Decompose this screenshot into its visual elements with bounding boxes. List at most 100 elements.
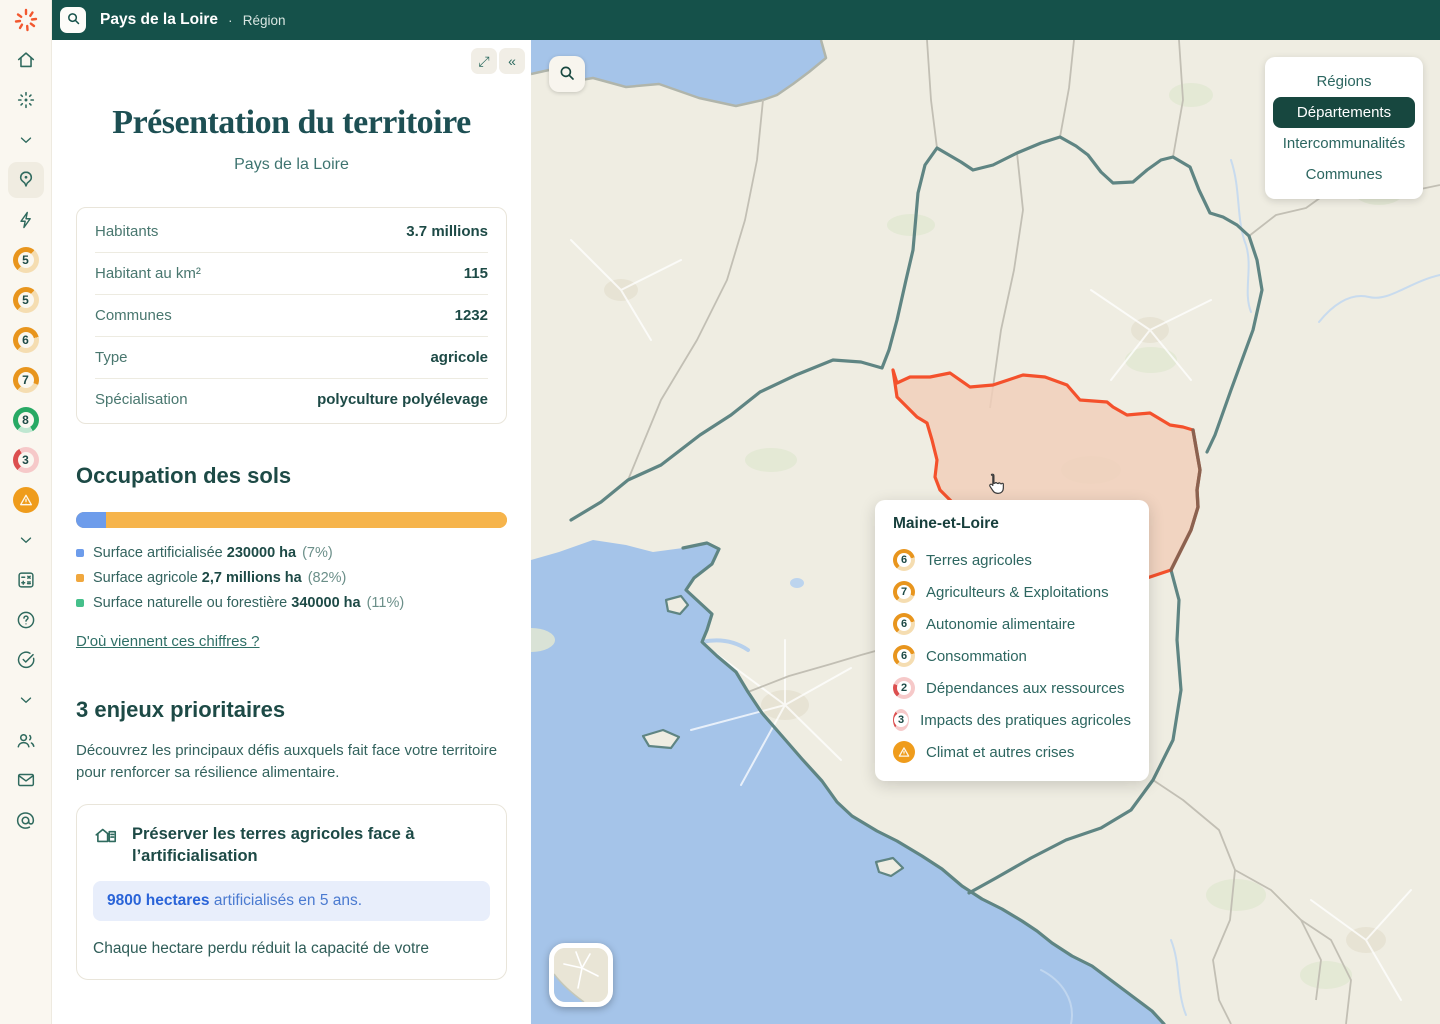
spark-icon	[15, 89, 37, 111]
stat-label: Spécialisation	[95, 391, 188, 408]
sidebar-score-agriculteurs[interactable]: 5	[12, 286, 40, 314]
sidebar-item-energy[interactable]	[12, 206, 40, 234]
issue-stat-box: 9800 hectares artificialisés en 5 ans.	[93, 881, 490, 921]
popup-item-terres[interactable]: 6 Terres agricoles	[893, 544, 1131, 576]
data-source-link[interactable]: D'où viennent ces chiffres ?	[76, 633, 260, 650]
lightning-icon	[16, 210, 36, 230]
stat-label: Communes	[95, 307, 172, 324]
popup-item-agriculteurs[interactable]: 7 Agriculteurs & Exploitations	[893, 576, 1131, 608]
sidebar-score-dependances[interactable]: 8	[12, 406, 40, 434]
score-value: 8	[18, 412, 34, 428]
popup-item-dependances[interactable]: 2 Dépendances aux ressources	[893, 672, 1131, 704]
popup-item-label: Terres agricoles	[926, 552, 1032, 569]
issue-stat-rest: artificialisés en 5 ans.	[210, 892, 363, 909]
sidebar-item-community[interactable]	[12, 726, 40, 754]
score-ring: 6	[893, 645, 915, 667]
expand-panel-button[interactable]: ⤢	[471, 48, 497, 74]
sidebar-chevron-1[interactable]	[12, 126, 40, 154]
issue-title: Préserver les terres agricoles face à l’…	[132, 823, 490, 868]
sidebar-item-spark[interactable]	[12, 86, 40, 114]
score-value: 5	[18, 252, 34, 268]
score-value: 6	[18, 332, 34, 348]
layer-option-intercommunalites[interactable]: Intercommunalités	[1273, 128, 1415, 159]
layer-option-departements[interactable]: Départements	[1273, 97, 1415, 128]
sidebar-item-check[interactable]	[12, 646, 40, 674]
popup-item-label: Agriculteurs & Exploitations	[926, 584, 1109, 601]
legend-pct: (7%)	[302, 545, 333, 561]
breadcrumb-level: Région	[243, 13, 286, 28]
minimap[interactable]	[549, 943, 613, 1007]
popup-item-impacts[interactable]: 3 Impacts des pratiques agricoles	[893, 704, 1131, 736]
score-ring: 3	[13, 447, 39, 473]
issue-stat-strong: 9800 hectares	[107, 892, 210, 909]
chevron-down-icon	[17, 131, 35, 149]
sidebar-score-autonomie[interactable]: 6	[12, 326, 40, 354]
legend-row-artificialisee: Surface artificialisée230000 ha(7%)	[76, 545, 507, 561]
layer-option-communes[interactable]: Communes	[1273, 159, 1415, 190]
layer-option-regions[interactable]: Régions	[1273, 66, 1415, 97]
issue-body: Chaque hectare perdu réduit la capacité …	[93, 938, 490, 960]
score-ring: 5	[13, 247, 39, 273]
sunburst-logo-icon	[13, 7, 39, 33]
popup-item-label: Consommation	[926, 648, 1027, 665]
sidebar-chevron-2[interactable]	[12, 526, 40, 554]
app-header: Pays de la Loire · Région	[52, 0, 1440, 40]
stat-row-specialisation: Spécialisation polyculture polyélevage	[95, 379, 488, 420]
map-canvas[interactable]: Régions Départements Intercommunalités C…	[531, 40, 1440, 1024]
location-pin-icon	[15, 169, 37, 191]
app-logo	[12, 6, 40, 34]
department-popup: Maine-et-Loire 6 Terres agricoles 7 Agri…	[875, 500, 1149, 781]
legend-pct: (11%)	[367, 595, 405, 611]
popup-item-climat[interactable]: Climat et autres crises	[893, 736, 1131, 768]
land-use-bar	[76, 512, 507, 528]
check-circle-icon	[15, 649, 37, 671]
score-ring: 6	[13, 327, 39, 353]
popup-item-autonomie[interactable]: 6 Autonomie alimentaire	[893, 608, 1131, 640]
house-building-icon	[93, 823, 119, 868]
legend-swatch	[76, 574, 84, 582]
sidebar-item-mail[interactable]	[12, 766, 40, 794]
popup-item-label: Dépendances aux ressources	[926, 680, 1124, 697]
at-sign-icon	[14, 809, 37, 832]
sidebar-item-contact[interactable]	[12, 806, 40, 834]
legend-label: Surface agricole	[93, 570, 198, 586]
score-value: 6	[897, 649, 911, 663]
territory-stats-card: Habitants 3.7 millions Habitant au km² 1…	[76, 207, 507, 424]
sidebar-score-impacts[interactable]: 3	[12, 446, 40, 474]
stat-label: Habitant au km²	[95, 265, 201, 282]
sidebar-score-terres[interactable]: 5	[12, 246, 40, 274]
stat-value: 3.7 millions	[406, 223, 488, 240]
sidebar-score-consommation[interactable]: 7	[12, 366, 40, 394]
people-icon	[14, 729, 37, 752]
sidebar-chevron-3[interactable]	[12, 686, 40, 714]
sidebar-item-home[interactable]	[12, 46, 40, 74]
minimap-content	[554, 948, 608, 1002]
header-search-button[interactable]	[60, 7, 86, 33]
collapse-icon: «	[508, 53, 516, 69]
stat-row-densite: Habitant au km² 115	[95, 253, 488, 295]
bar-segment-agricole	[106, 512, 507, 528]
popup-item-consommation[interactable]: 6 Consommation	[893, 640, 1131, 672]
territory-panel: ⤢ « Présentation du territoire Pays de l…	[52, 40, 531, 1024]
sidebar-item-help[interactable]	[12, 606, 40, 634]
score-ring: 5	[13, 287, 39, 313]
chevron-down-icon	[17, 531, 35, 549]
sidebar-item-territory[interactable]	[8, 162, 44, 198]
stat-row-habitants: Habitants 3.7 millions	[95, 211, 488, 253]
breadcrumb-territory: Pays de la Loire	[100, 11, 218, 29]
calculator-icon	[15, 569, 37, 591]
collapse-panel-button[interactable]: «	[499, 48, 525, 74]
map-search-button[interactable]	[549, 56, 585, 92]
score-ring: 6	[893, 549, 915, 571]
popup-item-label: Climat et autres crises	[926, 744, 1074, 761]
stat-value: 1232	[455, 307, 488, 324]
legend-swatch	[76, 599, 84, 607]
score-value: 3	[894, 713, 908, 727]
score-value: 2	[897, 681, 911, 695]
score-value: 7	[897, 585, 911, 599]
sidebar-item-climat[interactable]	[12, 486, 40, 514]
stat-value: 115	[464, 265, 488, 282]
issues-heading: 3 enjeux prioritaires	[76, 697, 507, 723]
sidebar-item-calculator[interactable]	[12, 566, 40, 594]
score-ring: 3	[893, 709, 909, 731]
